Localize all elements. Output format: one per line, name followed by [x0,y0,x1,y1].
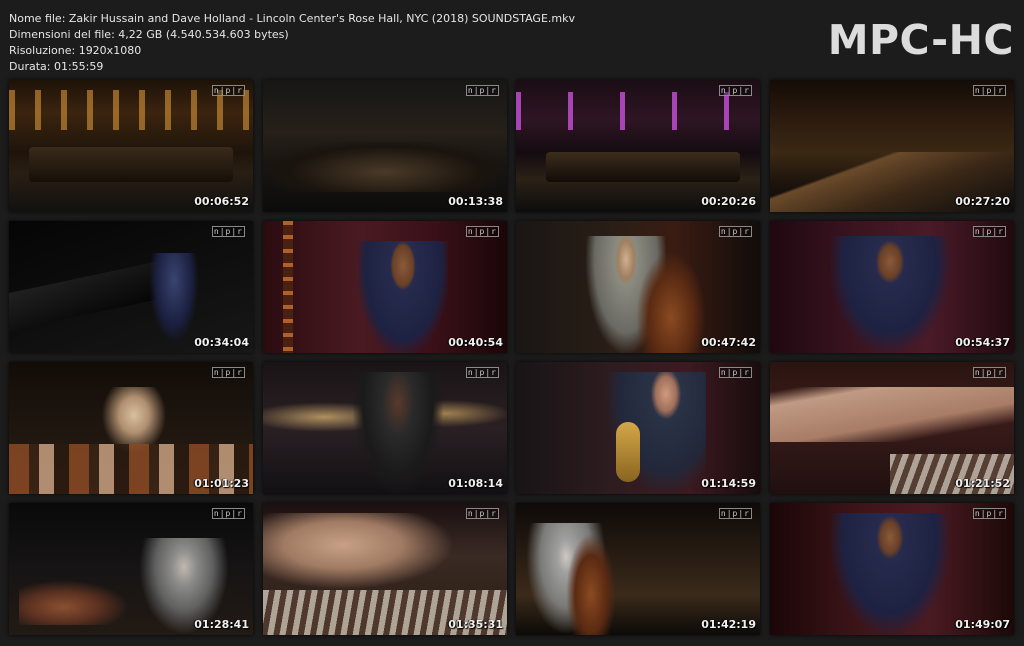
thumbnail-timestamp: 00:54:37 [955,336,1010,349]
thumbnail-image [770,362,1014,494]
npr-watermark: n|p|r [972,85,1006,96]
thumbnail[interactable]: n|p|r 00:20:26 [516,80,760,212]
thumbnail-image [516,80,760,212]
thumbnail[interactable]: n|p|r 01:14:59 [516,362,760,494]
thumbnail[interactable]: n|p|r 01:01:23 [9,362,253,494]
file-name: Nome file: Zakir Hussain and Dave Hollan… [9,12,575,25]
npr-watermark: n|p|r [718,367,752,378]
thumbnail-image [516,503,760,635]
thumbnail-timestamp: 00:47:42 [701,336,756,349]
npr-watermark: n|p|r [211,226,245,237]
duration: Durata: 01:55:59 [9,60,104,73]
thumbnail[interactable]: n|p|r 00:34:04 [9,221,253,353]
thumbnail-timestamp: 01:21:52 [955,477,1010,490]
npr-watermark: n|p|r [718,226,752,237]
npr-watermark: n|p|r [718,508,752,519]
thumbnail[interactable]: n|p|r 01:28:41 [9,503,253,635]
thumbnail-image [516,362,760,494]
app-logo: MPC-HC [827,16,1014,64]
npr-watermark: n|p|r [465,85,499,96]
thumbnail[interactable]: n|p|r 01:49:07 [770,503,1014,635]
thumbnail-image [9,221,253,353]
thumbnail[interactable]: n|p|r 00:06:52 [9,80,253,212]
thumbnail-timestamp: 00:13:38 [448,195,503,208]
thumbnail-timestamp: 01:49:07 [955,618,1010,631]
thumbnail-image [263,221,507,353]
npr-watermark: n|p|r [972,226,1006,237]
thumbnail-timestamp: 00:27:20 [955,195,1010,208]
thumbnail-image [9,80,253,212]
thumbnail-timestamp: 00:40:54 [448,336,503,349]
npr-watermark: n|p|r [465,508,499,519]
file-info: Nome file: Zakir Hussain and Dave Hollan… [9,11,575,75]
thumbnail-image [516,221,760,353]
thumbnail-timestamp: 01:01:23 [194,477,249,490]
thumbnail-image [770,221,1014,353]
thumbnail[interactable]: n|p|r 00:54:37 [770,221,1014,353]
thumbnail[interactable]: n|p|r 00:13:38 [263,80,507,212]
thumbnail-timestamp: 00:34:04 [194,336,249,349]
thumbnail-timestamp: 01:35:31 [448,618,503,631]
thumbnail-timestamp: 01:14:59 [701,477,756,490]
npr-watermark: n|p|r [211,367,245,378]
npr-watermark: n|p|r [465,226,499,237]
thumbnail-image [263,80,507,212]
npr-watermark: n|p|r [465,367,499,378]
thumbnail[interactable]: n|p|r 01:21:52 [770,362,1014,494]
thumbnail[interactable]: n|p|r 00:27:20 [770,80,1014,212]
thumbnail[interactable]: n|p|r 01:08:14 [263,362,507,494]
resolution: Risoluzione: 1920x1080 [9,44,142,57]
thumbnail-timestamp: 00:20:26 [701,195,756,208]
npr-watermark: n|p|r [718,85,752,96]
thumbnail-image [9,503,253,635]
thumbnail-timestamp: 01:08:14 [448,477,503,490]
file-size: Dimensioni del file: 4,22 GB (4.540.534.… [9,28,289,41]
thumbnail-image [770,503,1014,635]
thumbnail-image [263,503,507,635]
thumbnail-image [770,80,1014,212]
thumbnail-timestamp: 01:28:41 [194,618,249,631]
thumbnail-image [263,362,507,494]
thumbnail[interactable]: n|p|r 00:40:54 [263,221,507,353]
thumbnail-timestamp: 01:42:19 [701,618,756,631]
npr-watermark: n|p|r [211,85,245,96]
thumbnail[interactable]: n|p|r 01:42:19 [516,503,760,635]
thumbnail[interactable]: n|p|r 01:35:31 [263,503,507,635]
npr-watermark: n|p|r [972,508,1006,519]
thumbnail-image [9,362,253,494]
npr-watermark: n|p|r [972,367,1006,378]
thumbnail[interactable]: n|p|r 00:47:42 [516,221,760,353]
thumbnail-timestamp: 00:06:52 [194,195,249,208]
npr-watermark: n|p|r [211,508,245,519]
